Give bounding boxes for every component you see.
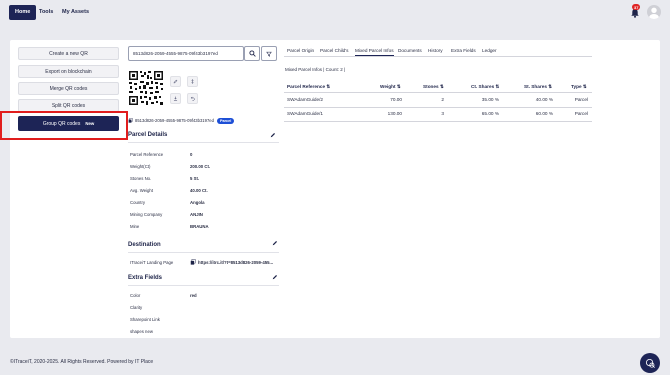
parcel-detail-key: Mining Company	[130, 212, 163, 217]
filter-button[interactable]	[261, 46, 277, 61]
extra-field-key: shapes new	[130, 329, 153, 334]
edit-extra-fields-icon[interactable]	[272, 274, 278, 280]
cell-stones: 3	[441, 111, 444, 116]
export-blockchain-button[interactable]: Export on blockchain	[18, 65, 119, 78]
cell-stones: 2	[441, 97, 444, 102]
cell-type: Parcel	[574, 97, 588, 102]
nav-tools[interactable]: Tools	[35, 5, 57, 20]
search-input[interactable]: 8513d826-2059-4555-9875-09f43b3197ed	[128, 46, 244, 61]
search-button[interactable]	[244, 46, 260, 61]
qr-uuid-line: 8513d826-2059-4555-9875-09f43b3197ed Par…	[128, 118, 235, 124]
destination-link[interactable]: https://itrc.it/?t=8513d826-2059-455...	[198, 260, 273, 265]
help-chat-button[interactable]	[640, 353, 660, 373]
footer: ©ITraceiT, 2020-2025. All Rights Reserve…	[10, 359, 153, 365]
qr-uuid: 8513d826-2059-4555-9875-09f43b3197ed	[135, 118, 214, 124]
user-icon	[649, 7, 659, 19]
parcel-detail-value: BRAUNA	[190, 224, 209, 229]
footer-brand[interactable]: IT Place	[135, 359, 153, 365]
parcel-detail-value: 200.00 Ct.	[190, 164, 211, 169]
search-icon	[248, 50, 256, 57]
destination-label: ITraceiT Landing Page	[130, 260, 174, 265]
row-divider	[284, 107, 592, 108]
parcel-detail-key: Stones No.	[130, 176, 152, 181]
divider	[128, 252, 279, 253]
tab-ledger[interactable]: Ledger	[482, 46, 497, 56]
cell-ref: SWAdamGuide/2	[287, 97, 324, 102]
parcel-pill: Parcel	[216, 118, 235, 124]
cell-ct-shares: 35.00 %	[481, 97, 499, 102]
cell-st-shares: 60.00 %	[535, 111, 553, 116]
parcel-detail-key: Mine	[130, 224, 140, 229]
avatar[interactable]	[647, 5, 661, 19]
cell-weight: 70.00	[390, 97, 402, 102]
header-divider	[284, 92, 592, 93]
parcel-details-title: Parcel Details	[128, 132, 168, 138]
qr-code[interactable]	[128, 70, 164, 106]
cell-st-shares: 40.00 %	[535, 97, 553, 102]
filter-icon	[266, 51, 272, 57]
tab-extra-fields[interactable]: Extra Fields	[451, 46, 476, 56]
create-qr-button[interactable]: Create a new QR	[18, 47, 119, 60]
tabs-divider	[284, 56, 592, 57]
nav-home[interactable]: Home	[9, 5, 37, 20]
mixed-info-title: Mixed Parcel Infos | Count: 2 |	[285, 67, 346, 72]
undo-qr-button[interactable]	[187, 93, 198, 104]
parcel-detail-key: Parcel Reference	[130, 152, 164, 157]
extra-fields-title: Extra Fields	[128, 275, 163, 281]
extra-field-key: Color	[130, 293, 141, 298]
tab-documents[interactable]: Documents	[398, 46, 422, 56]
cell-ref: SWAdamGuide/1	[287, 111, 324, 116]
download-icon	[173, 96, 178, 101]
row-divider	[284, 121, 592, 122]
extra-field-value: red	[190, 293, 197, 298]
copy-link-icon[interactable]	[190, 259, 196, 265]
top-bar: Home Tools My Assets 37	[0, 0, 670, 27]
highlight-box	[0, 111, 128, 140]
divider	[128, 142, 279, 143]
merge-qr-button[interactable]: Merge QR codes	[18, 82, 119, 95]
download-qr-button[interactable]	[170, 93, 181, 104]
col-weight[interactable]: Weight ⇅	[380, 84, 401, 90]
chat-icon	[645, 358, 655, 368]
extra-field-key: Clarity	[130, 305, 143, 310]
col-ct-shares[interactable]: Ct. Shares ⇅	[471, 84, 499, 90]
tab-parcel-child-s[interactable]: Parcel Child's	[320, 46, 349, 56]
copy-icon[interactable]	[128, 118, 133, 123]
col-type[interactable]: Type ⇅	[571, 84, 587, 90]
parcel-detail-key: Country	[130, 200, 146, 205]
tab-history[interactable]: History	[428, 46, 443, 56]
parcel-detail-key: Weight(Ct)	[130, 164, 151, 169]
parcel-detail-key: Avg. Weight	[130, 188, 154, 193]
col-stones[interactable]: Stones ⇅	[423, 84, 444, 90]
parcel-detail-value: ANJIN	[190, 212, 203, 217]
nav-my-assets[interactable]: My Assets	[58, 5, 93, 20]
expand-icon	[191, 79, 194, 84]
destination-title: Destination	[128, 242, 161, 248]
extra-field-key: Sharepoint Link	[130, 317, 160, 322]
cell-weight: 130.00	[387, 111, 402, 116]
parcel-detail-value: 40.00 Ct.	[190, 188, 208, 193]
tab-mixed-parcel-infos[interactable]: Mixed Parcel Infos	[355, 46, 394, 56]
col-parcel-reference[interactable]: Parcel Reference ⇅	[287, 84, 330, 90]
parcel-detail-value: 5 St.	[190, 176, 200, 181]
footer-copyright: ©ITraceiT, 2020-2025. All Rights Reserve…	[10, 359, 134, 365]
edit-destination-icon[interactable]	[272, 240, 278, 246]
resize-qr-button[interactable]	[187, 76, 198, 87]
cell-type: Parcel	[574, 111, 588, 116]
edit-qr-button[interactable]	[170, 76, 181, 87]
parcel-detail-value: 0	[190, 152, 193, 157]
parcel-detail-value: Angola	[190, 200, 205, 205]
undo-icon	[190, 96, 195, 101]
pen-icon	[173, 79, 178, 84]
col-st-shares[interactable]: St. Shares ⇅	[524, 84, 552, 90]
edit-parcel-details-icon[interactable]	[270, 132, 276, 138]
tab-parcel-origin[interactable]: Parcel Origin	[287, 46, 314, 56]
divider	[128, 285, 279, 286]
cell-ct-shares: 65.00 %	[481, 111, 499, 116]
